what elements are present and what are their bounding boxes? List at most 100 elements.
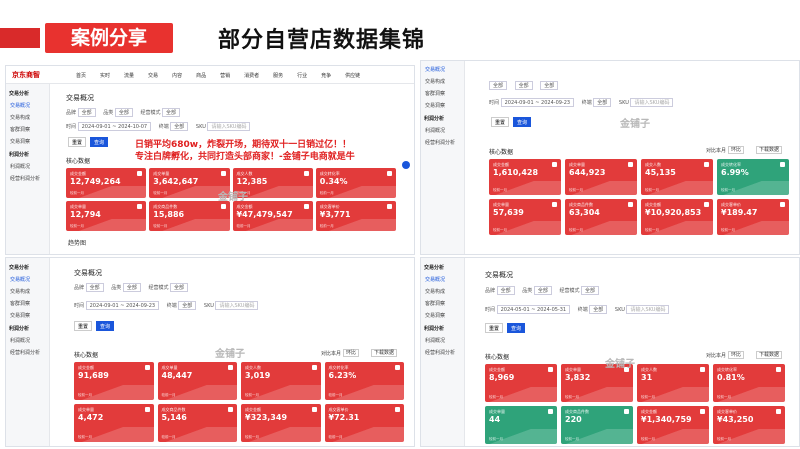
card-checkbox[interactable] [137, 204, 143, 209]
sidebar-item[interactable]: 利润概况 [10, 163, 49, 170]
sku-input[interactable]: 请输入SKU编码 [630, 98, 674, 107]
card-checkbox[interactable] [700, 367, 705, 372]
sidebar-item[interactable]: 利润分析 [9, 151, 49, 158]
metric-card[interactable]: 成交转化率 6.23% 较前一月 [324, 362, 404, 400]
download-button[interactable]: 下载数据 [756, 146, 783, 154]
mode-select[interactable]: 全部 [581, 286, 600, 295]
sku-input[interactable]: 请输入SKU编码 [215, 301, 259, 310]
card-checkbox[interactable] [303, 204, 309, 209]
card-checkbox[interactable] [137, 171, 143, 176]
sidebar-item[interactable]: 利润分析 [424, 115, 464, 122]
sidebar-item[interactable]: 经营利润分析 [10, 349, 49, 356]
date-range-input[interactable]: 2024-09-01 ~ 2024-09-23 [85, 301, 160, 310]
metric-card[interactable]: 成交客单价 ¥72.31 较前一月 [324, 404, 404, 442]
nav-item[interactable]: 交易 [148, 73, 158, 79]
metric-card[interactable]: 成交商品件数 220 较前一月 [561, 406, 633, 444]
sku-input[interactable]: 请输入SKU编码 [626, 305, 670, 314]
reset-button[interactable]: 重置 [68, 137, 86, 147]
nav-item[interactable]: 供应链 [345, 73, 360, 79]
metric-card[interactable]: 成交商品件数 5,146 较前一月 [157, 404, 237, 442]
category-select[interactable]: 全部 [514, 81, 533, 90]
channel-select[interactable]: 全部 [593, 98, 612, 107]
sidebar-item[interactable]: 客群洞察 [425, 90, 464, 97]
nav-item[interactable]: 消费者 [244, 73, 259, 79]
sidebar-item[interactable]: 交易概况 [10, 276, 49, 283]
metric-card[interactable]: 成交人数 3,019 较前一月 [241, 362, 321, 400]
card-checkbox[interactable] [311, 365, 317, 370]
card-checkbox[interactable] [387, 171, 392, 176]
metric-card[interactable]: 成交金额 1,610,428 较前一月 [489, 159, 561, 195]
card-checkbox[interactable] [303, 171, 309, 176]
right-toolbar[interactable] [401, 161, 411, 171]
sidebar-item[interactable]: 交易构成 [10, 114, 49, 121]
nav-item[interactable]: 实时 [100, 73, 110, 79]
metric-card[interactable]: 成交金额 91,689 较前一月 [74, 362, 154, 400]
card-checkbox[interactable] [311, 407, 317, 412]
card-checkbox[interactable] [395, 407, 400, 412]
channel-select[interactable]: 全部 [170, 122, 189, 131]
metric-card[interactable]: 成交转化率 0.81% 较前一月 [713, 364, 785, 402]
date-range-input[interactable]: 2024-09-01 ~ 2024-09-23 [500, 98, 575, 107]
card-checkbox[interactable] [387, 204, 392, 209]
metric-card[interactable]: 成交金额 8,969 较前一月 [485, 364, 557, 402]
date-range-input[interactable]: 2024-09-01 ~ 2024-10-07 [77, 122, 152, 131]
card-checkbox[interactable] [395, 365, 400, 370]
card-checkbox[interactable] [780, 202, 785, 207]
card-checkbox[interactable] [704, 202, 709, 207]
metric-card[interactable]: 成交单量 44 较前一月 [485, 406, 557, 444]
sidebar-item[interactable]: 客群洞察 [425, 300, 464, 307]
metric-card[interactable]: 成交人数 31 较前一月 [637, 364, 709, 402]
card-checkbox[interactable] [228, 407, 233, 412]
sku-input[interactable]: 请输入SKU编码 [207, 122, 251, 131]
metric-card[interactable]: 成交人数 45,135 较前一月 [641, 159, 713, 195]
reset-button[interactable]: 重置 [485, 323, 503, 333]
sidebar-item[interactable]: 利润分析 [9, 325, 49, 332]
metric-card[interactable]: 成交转化率 6.99% 较前一月 [717, 159, 789, 195]
metric-card[interactable]: 成交金额 ¥47,479,547 较前一月 [232, 201, 313, 231]
nav-item[interactable]: 行业 [297, 73, 307, 79]
metric-card[interactable]: 成交单量 12,794 较前一月 [66, 201, 147, 231]
card-checkbox[interactable] [628, 202, 633, 207]
nav-item[interactable]: 竞争 [321, 73, 331, 79]
compare-select[interactable]: 环比 [728, 146, 745, 154]
query-button[interactable]: 查询 [96, 321, 114, 331]
query-button[interactable]: 查询 [507, 323, 525, 333]
reset-button[interactable]: 重置 [74, 321, 92, 331]
card-checkbox[interactable] [628, 162, 633, 167]
metric-card[interactable]: 成交转化率 0.34% 较前一月 [315, 168, 396, 198]
nav-item[interactable]: 商品 [196, 73, 206, 79]
metric-card[interactable]: 成交单量 644,923 较前一月 [565, 159, 637, 195]
sidebar-item[interactable]: 交易分析 [9, 264, 49, 271]
sidebar-item[interactable]: 交易构成 [10, 288, 49, 295]
compare-select[interactable]: 环比 [728, 351, 745, 359]
compare-select[interactable]: 环比 [343, 349, 360, 357]
metric-card[interactable]: 成交单量 4,472 较前一月 [74, 404, 154, 442]
category-select[interactable]: 全部 [114, 108, 133, 117]
sidebar-item[interactable]: 经营利润分析 [425, 349, 464, 356]
card-checkbox[interactable] [624, 409, 629, 414]
card-checkbox[interactable] [552, 162, 557, 167]
download-button[interactable]: 下载数据 [756, 351, 783, 359]
sidebar-item[interactable]: 利润概况 [10, 337, 49, 344]
nav-item[interactable]: 流量 [124, 73, 134, 79]
brand-select[interactable]: 全部 [77, 108, 96, 117]
card-checkbox[interactable] [144, 365, 150, 370]
metric-card[interactable]: 成交金额 ¥10,920,853 较前一月 [641, 199, 713, 235]
brand-select[interactable]: 全部 [496, 286, 515, 295]
sidebar-item[interactable]: 交易洞察 [10, 312, 49, 319]
sidebar-item[interactable]: 交易概况 [425, 276, 464, 283]
download-button[interactable]: 下载数据 [371, 349, 398, 357]
sidebar-item[interactable]: 客群洞察 [10, 300, 49, 307]
brand-select[interactable]: 全部 [489, 81, 508, 90]
chat-icon[interactable] [402, 161, 410, 169]
category-select[interactable]: 全部 [122, 283, 141, 292]
sidebar-item[interactable]: 客群洞察 [10, 126, 49, 133]
metric-card[interactable]: 成交商品件数 63,304 较前一月 [565, 199, 637, 235]
card-checkbox[interactable] [780, 162, 785, 167]
sidebar-item[interactable]: 经营利润分析 [10, 175, 49, 182]
query-button[interactable]: 查询 [513, 117, 531, 127]
category-select[interactable]: 全部 [533, 286, 552, 295]
mode-select[interactable]: 全部 [170, 283, 189, 292]
card-checkbox[interactable] [776, 367, 781, 372]
mode-select[interactable]: 全部 [162, 108, 181, 117]
